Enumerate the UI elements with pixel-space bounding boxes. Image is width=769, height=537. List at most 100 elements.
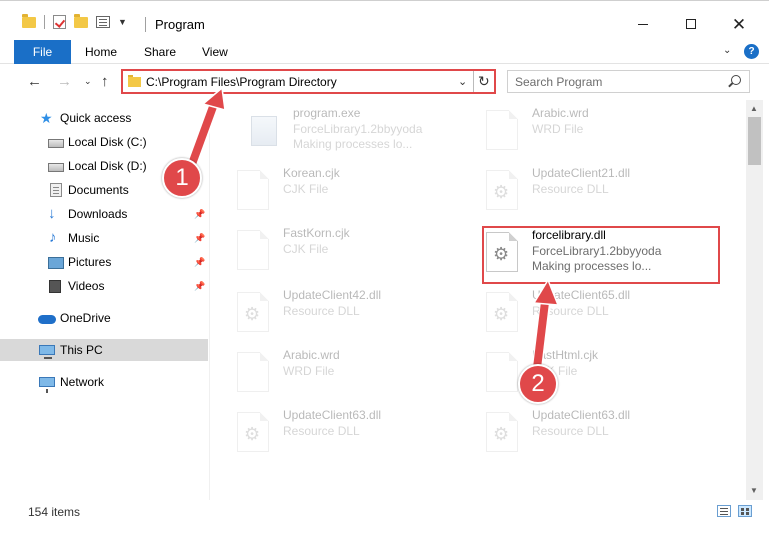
music-icon: ♪: [49, 229, 57, 246]
file-item[interactable]: UpdateClient63.dll Resource DLL: [237, 408, 477, 462]
title-divider: [145, 17, 146, 32]
file-name: FastKorn.cjk: [283, 226, 350, 240]
file-icon: [237, 352, 269, 392]
sidebar-item-this-pc[interactable]: This PC: [0, 339, 208, 361]
file-description: ForceLibrary1.2bbyyoda: [293, 122, 423, 136]
sidebar-item-onedrive[interactable]: OneDrive: [0, 307, 208, 329]
tab-home[interactable]: Home: [85, 45, 117, 59]
minimize-button[interactable]: [620, 9, 666, 39]
large-icons-view-icon[interactable]: [738, 505, 752, 517]
file-item[interactable]: program.exe ForceLibrary1.2bbyyoda Makin…: [247, 106, 487, 160]
file-item[interactable]: UpdateClient63.dll Resource DLL: [486, 408, 726, 462]
details-view-icon[interactable]: [717, 505, 731, 517]
disk-icon: [48, 163, 64, 172]
file-item[interactable]: UpdateClient65.dll Resource DLL: [486, 288, 726, 342]
this-pc-icon: [39, 345, 55, 359]
recent-locations-chevron-icon[interactable]: ⌄: [84, 76, 92, 87]
file-type: WRD File: [283, 364, 335, 378]
network-icon: [39, 377, 55, 393]
search-icon[interactable]: [731, 75, 741, 85]
address-dropdown-icon[interactable]: ⌄: [458, 75, 467, 88]
search-box[interactable]: [507, 70, 750, 93]
file-icon: [486, 110, 518, 150]
sidebar-item-music[interactable]: ♪ Music 📌: [0, 227, 208, 249]
sidebar-item-local-disk-c[interactable]: Local Disk (C:): [0, 131, 208, 153]
file-name: Arabic.wrd: [283, 348, 340, 362]
pin-icon[interactable]: 📌: [194, 257, 205, 268]
file-type: Resource DLL: [532, 182, 609, 196]
file-type: WRD File: [532, 122, 584, 136]
scroll-down-icon[interactable]: ▼: [750, 486, 758, 495]
maximize-button[interactable]: [668, 9, 714, 39]
pictures-icon: [48, 256, 64, 269]
disk-icon: [48, 139, 64, 148]
file-list: program.exe ForceLibrary1.2bbyyoda Makin…: [211, 100, 746, 500]
step-2-callout: 2: [518, 364, 558, 404]
file-name: FastHtml.cjk: [532, 348, 598, 362]
customize-toolbar-chevron-icon[interactable]: ▼: [118, 17, 127, 27]
maximize-icon: [686, 19, 696, 29]
address-bar[interactable]: C:\Program Files\Program Directory ⌄ ↻: [121, 69, 496, 94]
file-item[interactable]: UpdateClient42.dll Resource DLL: [237, 288, 477, 342]
sidebar-item-label: Local Disk (D:): [68, 159, 147, 173]
pin-icon[interactable]: 📌: [194, 281, 205, 292]
sidebar-item-label: Downloads: [68, 207, 128, 221]
sidebar-item-pictures[interactable]: Pictures 📌: [0, 251, 208, 273]
file-name: Korean.cjk: [283, 166, 340, 180]
properties-check-icon[interactable]: [53, 15, 66, 29]
pin-icon[interactable]: 📌: [194, 233, 205, 244]
file-name: UpdateClient42.dll: [283, 288, 382, 302]
dll-file-icon: [237, 412, 269, 452]
tab-file[interactable]: File: [14, 40, 71, 64]
forward-arrow-icon[interactable]: →: [57, 73, 72, 90]
scrollbar-thumb[interactable]: [748, 117, 761, 165]
scroll-up-icon[interactable]: ▲: [750, 104, 758, 113]
tab-share[interactable]: Share: [144, 45, 176, 59]
file-type: Resource DLL: [532, 304, 609, 318]
sidebar-item-label: Network: [60, 375, 105, 389]
expand-ribbon-chevron-icon[interactable]: ⌄: [723, 45, 731, 56]
refresh-icon[interactable]: ↻: [478, 73, 490, 90]
quick-access-toolbar: ▼: [22, 13, 127, 29]
sidebar-item-network[interactable]: Network: [0, 371, 208, 393]
file-name: Arabic.wrd: [532, 106, 589, 120]
pin-icon[interactable]: 📌: [194, 209, 205, 220]
file-item[interactable]: UpdateClient21.dll Resource DLL: [486, 166, 726, 220]
toolbar-divider: [44, 15, 45, 29]
vertical-scrollbar[interactable]: ▲ ▼: [746, 100, 763, 500]
sidebar-item-label: Local Disk (C:): [68, 135, 147, 149]
dll-file-icon: [486, 412, 518, 452]
file-item[interactable]: Arabic.wrd WRD File: [486, 106, 726, 160]
sidebar-item-label: Music: [68, 231, 100, 245]
sidebar-item-quick-access[interactable]: ★ Quick access: [0, 107, 208, 129]
documents-icon: [50, 183, 62, 197]
close-button[interactable]: ✕: [716, 9, 762, 39]
downloads-icon: ↓: [48, 205, 56, 222]
file-name: UpdateClient21.dll: [532, 166, 631, 180]
file-type: CJK File: [283, 182, 329, 196]
dll-file-icon: [237, 292, 269, 332]
sidebar-item-label: Documents: [68, 183, 129, 197]
tab-view[interactable]: View: [202, 45, 228, 59]
file-name: UpdateClient65.dll: [532, 288, 631, 302]
folder-icon[interactable]: [22, 13, 36, 28]
file-item[interactable]: Korean.cjk CJK File: [237, 166, 477, 220]
address-divider: [473, 71, 474, 92]
search-input[interactable]: [515, 73, 725, 90]
file-type: Resource DLL: [283, 304, 360, 318]
up-arrow-icon[interactable]: ↑: [101, 73, 109, 90]
sidebar-item-label: Pictures: [68, 255, 112, 269]
sidebar-item-label: OneDrive: [60, 311, 111, 325]
back-arrow-icon[interactable]: ←: [27, 73, 42, 90]
onedrive-icon: [38, 315, 56, 324]
help-icon[interactable]: ?: [744, 44, 759, 59]
sidebar-item-videos[interactable]: Videos 📌: [0, 275, 208, 297]
file-item[interactable]: FastKorn.cjk CJK File: [237, 226, 477, 280]
new-folder-icon[interactable]: [74, 13, 88, 28]
properties-icon[interactable]: [96, 16, 110, 28]
step-1-callout: 1: [162, 158, 202, 198]
item-count: 154 items: [28, 505, 81, 519]
address-path[interactable]: C:\Program Files\Program Directory: [146, 75, 337, 89]
file-item[interactable]: Arabic.wrd WRD File: [237, 348, 477, 402]
sidebar-item-downloads[interactable]: ↓ Downloads 📌: [0, 203, 208, 225]
